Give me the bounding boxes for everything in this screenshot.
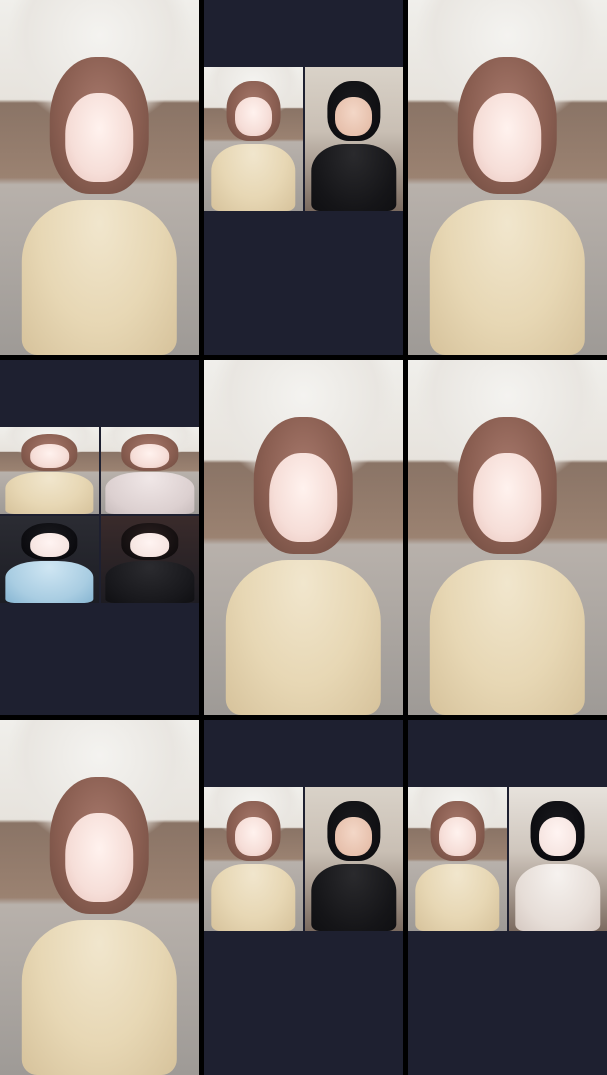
face-shape: [29, 532, 69, 557]
torso-shape: [105, 561, 195, 603]
torso-shape: [429, 559, 586, 715]
person-silhouette: [4, 433, 94, 514]
person-silhouette: [21, 56, 178, 355]
torso-shape: [21, 199, 178, 355]
grid-cell-r3c2[interactable]: [204, 720, 403, 1075]
torso-shape: [4, 561, 94, 603]
torso-shape: [414, 863, 500, 931]
torso-shape: [210, 863, 296, 931]
grid-cell-r3c1[interactable]: [0, 720, 199, 1075]
video-tile-bottom-right[interactable]: [100, 516, 199, 603]
torso-shape: [515, 863, 601, 931]
face-shape: [269, 452, 338, 543]
video-tile-bottom-left[interactable]: [0, 516, 99, 603]
video-grid: [0, 0, 607, 1075]
person-silhouette: [515, 801, 601, 931]
person-silhouette: [105, 433, 195, 514]
grid-cell-r1c3[interactable]: [408, 0, 607, 355]
face-shape: [65, 92, 134, 183]
face-shape: [438, 816, 476, 856]
video-tile[interactable]: [204, 360, 403, 715]
face-shape: [130, 532, 170, 557]
video-tile-left[interactable]: [204, 67, 303, 211]
face-shape: [335, 96, 373, 136]
grid-cell-r2c1[interactable]: [0, 360, 199, 715]
video-tile-left[interactable]: [204, 787, 303, 931]
two-person-split: [204, 787, 403, 931]
person-silhouette: [21, 776, 178, 1075]
face-shape: [65, 812, 134, 903]
person-silhouette: [105, 522, 195, 603]
person-silhouette: [210, 81, 296, 211]
face-shape: [234, 96, 272, 136]
torso-shape: [21, 919, 178, 1075]
grid-cell-r3c3[interactable]: [408, 720, 607, 1075]
face-shape: [335, 816, 373, 856]
person-silhouette: [311, 801, 397, 931]
grid-cell-r2c3[interactable]: [408, 360, 607, 715]
person-silhouette: [429, 416, 586, 715]
grid-cell-r1c1[interactable]: [0, 0, 199, 355]
grid-cell-r1c2[interactable]: [204, 0, 403, 355]
torso-shape: [105, 472, 195, 514]
face-shape: [539, 816, 577, 856]
video-tile[interactable]: [408, 0, 607, 355]
video-tile[interactable]: [0, 0, 199, 355]
torso-shape: [225, 559, 382, 715]
torso-shape: [210, 143, 296, 211]
video-tile[interactable]: [408, 360, 607, 715]
face-shape: [473, 452, 542, 543]
person-silhouette: [311, 81, 397, 211]
face-shape: [29, 443, 69, 468]
person-silhouette: [225, 416, 382, 715]
person-silhouette: [210, 801, 296, 931]
face-shape: [473, 92, 542, 183]
grid-cell-r2c2[interactable]: [204, 360, 403, 715]
torso-shape: [311, 863, 397, 931]
video-tile-right[interactable]: [304, 67, 403, 211]
video-tile-left[interactable]: [408, 787, 507, 931]
face-shape: [130, 443, 170, 468]
person-silhouette: [414, 801, 500, 931]
torso-shape: [311, 143, 397, 211]
video-tile-right[interactable]: [304, 787, 403, 931]
person-silhouette: [429, 56, 586, 355]
torso-shape: [4, 472, 94, 514]
torso-shape: [429, 199, 586, 355]
four-person-grid: [0, 427, 199, 603]
two-person-split: [204, 67, 403, 211]
person-silhouette: [4, 522, 94, 603]
face-shape: [234, 816, 272, 856]
two-person-split: [408, 787, 607, 931]
video-tile-right[interactable]: [508, 787, 607, 931]
video-tile-top-left[interactable]: [0, 427, 99, 514]
video-tile-top-right[interactable]: [100, 427, 199, 514]
video-tile[interactable]: [0, 720, 199, 1075]
